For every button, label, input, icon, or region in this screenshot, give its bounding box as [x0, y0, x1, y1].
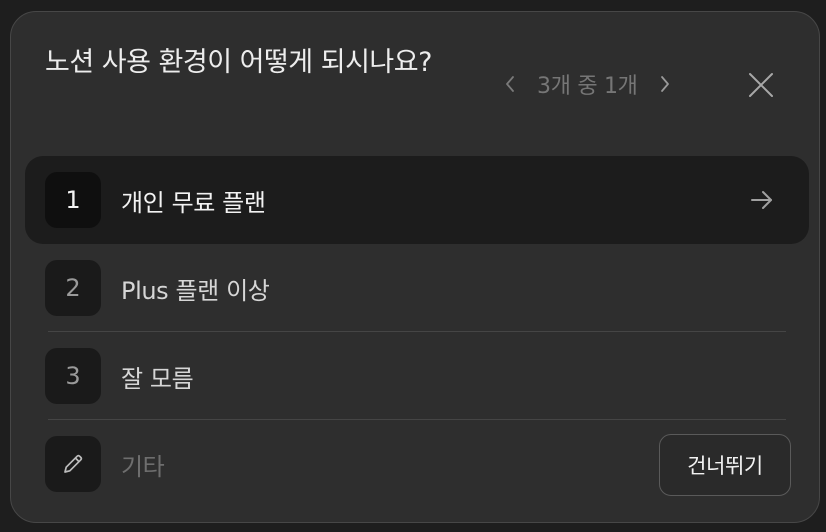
next-question-button[interactable]	[654, 64, 676, 104]
prev-question-button[interactable]	[499, 64, 521, 104]
question-title: 노션 사용 환경이 어떻게 되시나요?	[45, 47, 432, 78]
pencil-icon	[64, 454, 83, 473]
skip-button[interactable]: 건너뛰기	[659, 434, 791, 496]
option-divider	[48, 419, 786, 420]
option-number-badge: 2	[45, 260, 101, 316]
other-answer-row[interactable]: 기타 건너뛰기	[25, 419, 809, 508]
question-pager: 3개 중 1개	[499, 64, 676, 104]
question-dialog: 노션 사용 환경이 어떻게 되시나요? 3개 중 1개 1 개인 무료 플랜 2…	[10, 11, 820, 523]
answer-options: 1 개인 무료 플랜 2 Plus 플랜 이상 3 잘 모름 기타 건너뛰기	[25, 156, 809, 508]
option-label: 잘 모름	[121, 364, 194, 393]
option-label: Plus 플랜 이상	[121, 276, 270, 305]
close-button[interactable]	[745, 69, 777, 101]
option-1[interactable]: 1 개인 무료 플랜	[25, 156, 809, 244]
chevron-left-icon	[506, 76, 514, 92]
option-number-badge: 3	[45, 348, 101, 404]
chevron-right-icon	[660, 76, 669, 92]
arrow-right-icon	[751, 191, 772, 209]
option-divider	[48, 331, 786, 332]
close-icon	[749, 73, 773, 97]
option-3[interactable]: 3 잘 모름	[25, 331, 809, 420]
option-2[interactable]: 2 Plus 플랜 이상	[25, 244, 809, 332]
other-input[interactable]: 기타	[121, 447, 165, 482]
option-label: 개인 무료 플랜	[121, 188, 266, 217]
option-number-badge: 1	[45, 172, 101, 228]
pager-count: 3개 중 1개	[537, 74, 638, 99]
other-badge	[45, 436, 101, 492]
